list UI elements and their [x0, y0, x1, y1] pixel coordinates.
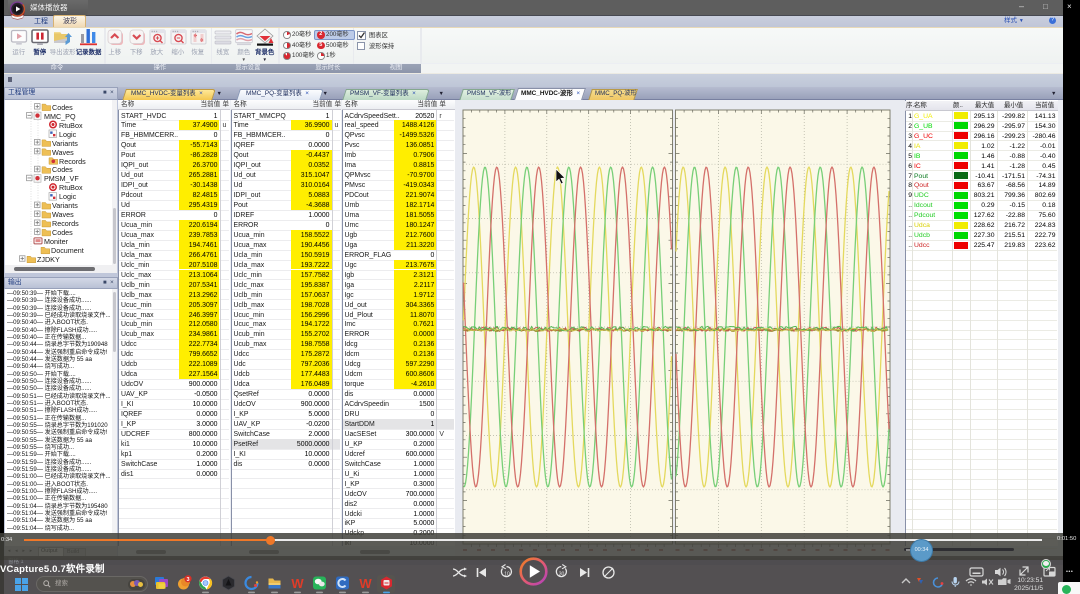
svg-text:W: W — [359, 576, 372, 591]
svg-text:W: W — [291, 576, 304, 591]
svg-text:10:23:51: 10:23:51 — [1017, 577, 1043, 584]
svg-text:3: 3 — [186, 577, 189, 583]
svg-text:2025/11/5: 2025/11/5 — [1014, 585, 1043, 592]
svg-text:10: 10 — [504, 572, 510, 578]
svg-text:30: 30 — [559, 572, 565, 578]
